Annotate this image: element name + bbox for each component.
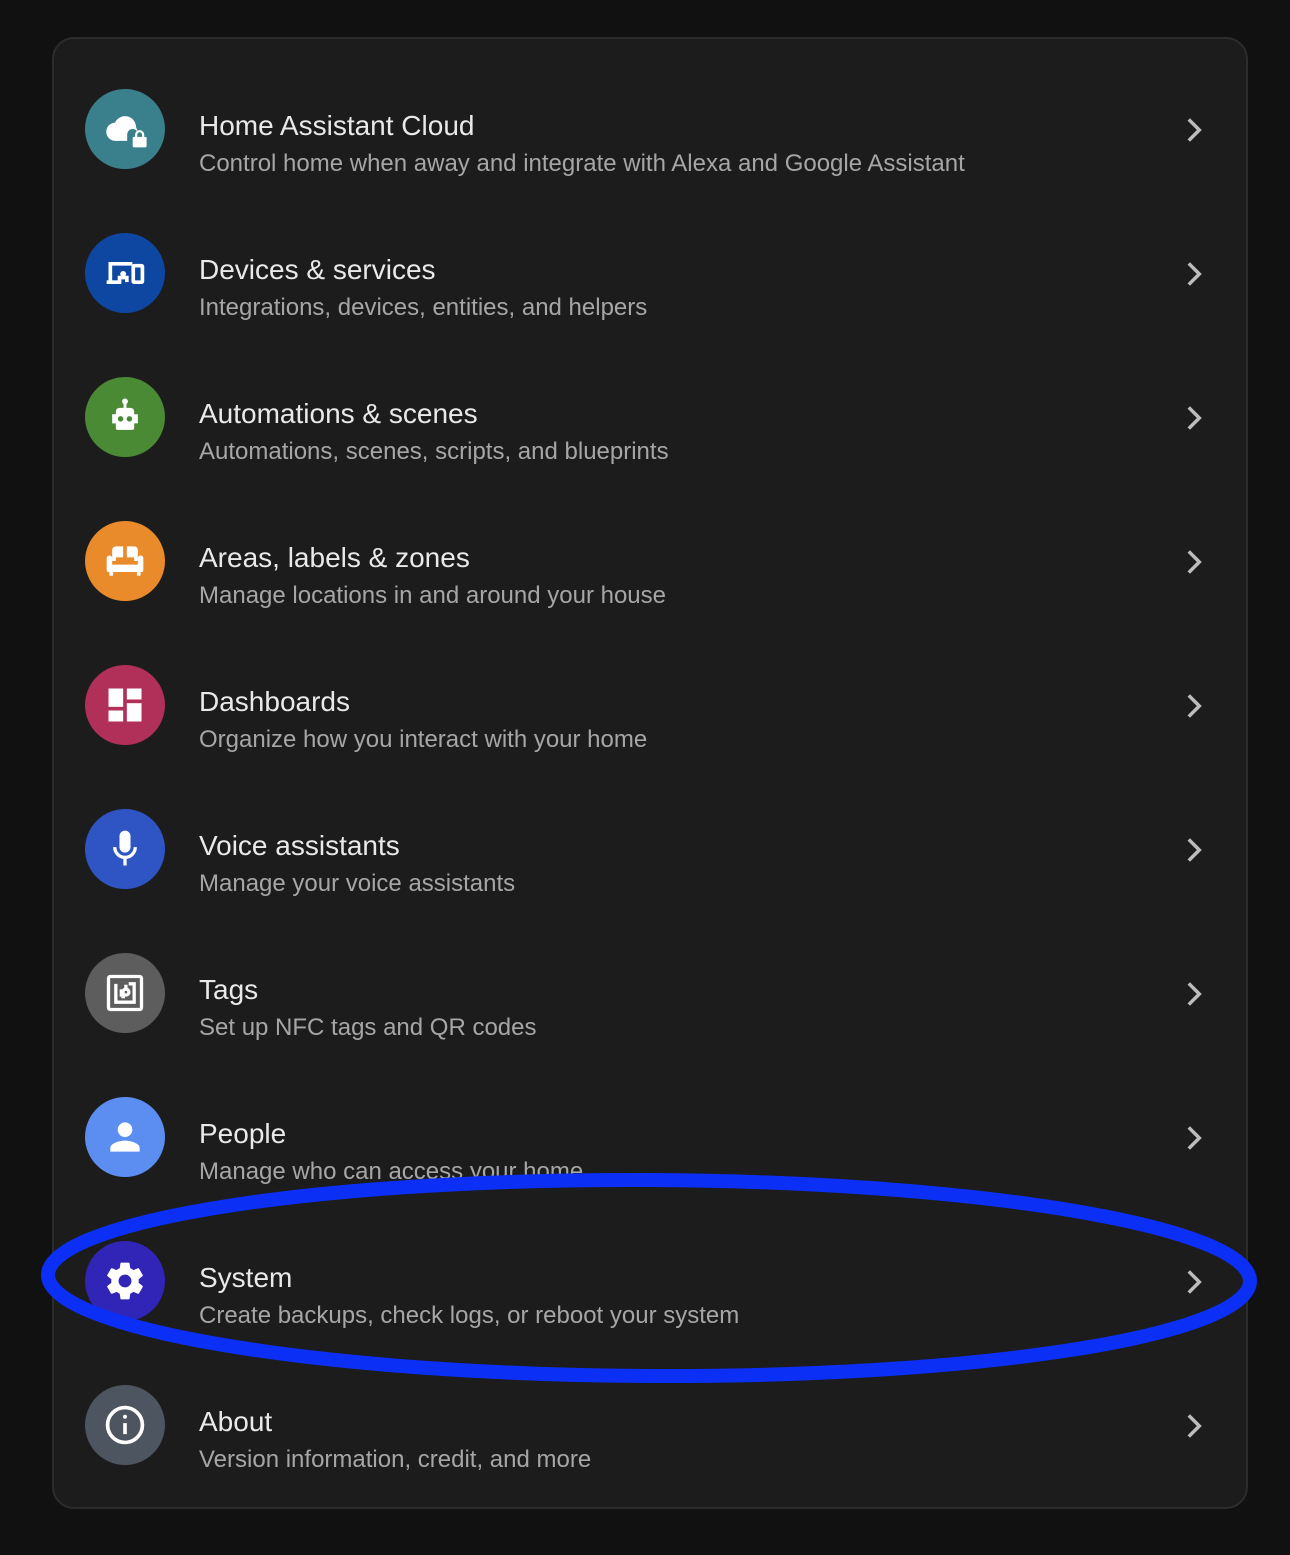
- person-icon: [85, 1097, 165, 1177]
- devices-icon: [85, 233, 165, 313]
- settings-item-voice[interactable]: Voice assistants Manage your voice assis…: [54, 777, 1246, 921]
- settings-item-system[interactable]: System Create backups, check logs, or re…: [54, 1209, 1246, 1353]
- settings-item-subtitle: Integrations, devices, entities, and hel…: [199, 294, 648, 321]
- settings-item-subtitle: Create backups, check logs, or reboot yo…: [199, 1302, 740, 1329]
- settings-item-subtitle: Control home when away and integrate wit…: [199, 150, 965, 177]
- settings-page: Home Assistant Cloud Control home when a…: [0, 0, 1290, 1555]
- sofa-icon: [85, 521, 165, 601]
- settings-item-people[interactable]: People Manage who can access your home: [54, 1065, 1246, 1209]
- cloud-lock-icon: [85, 89, 165, 169]
- gear-icon: [85, 1241, 165, 1321]
- info-icon: [85, 1385, 165, 1465]
- settings-item-areas[interactable]: Areas, labels & zones Manage locations i…: [54, 489, 1246, 633]
- settings-item-title: People: [199, 1118, 287, 1149]
- chevron-right-icon: [1187, 1270, 1202, 1294]
- settings-item-title: Tags: [199, 974, 259, 1005]
- chevron-right-icon: [1187, 982, 1202, 1006]
- robot-icon: [85, 377, 165, 457]
- settings-item-title: Voice assistants: [199, 830, 400, 861]
- settings-item-title: Home Assistant Cloud: [199, 110, 475, 141]
- settings-item-subtitle: Manage who can access your home: [199, 1158, 584, 1185]
- settings-item-subtitle: Manage your voice assistants: [199, 870, 516, 897]
- settings-card: Home Assistant Cloud Control home when a…: [52, 37, 1248, 1509]
- settings-item-devices[interactable]: Devices & services Integrations, devices…: [54, 201, 1246, 345]
- settings-item-subtitle: Automations, scenes, scripts, and bluepr…: [199, 438, 669, 465]
- chevron-right-icon: [1187, 262, 1202, 286]
- chevron-right-icon: [1187, 406, 1202, 430]
- settings-item-subtitle: Version information, credit, and more: [199, 1446, 592, 1473]
- settings-item-automations[interactable]: Automations & scenes Automations, scenes…: [54, 345, 1246, 489]
- chevron-right-icon: [1187, 838, 1202, 862]
- settings-item-title: Devices & services: [199, 254, 436, 285]
- chevron-right-icon: [1187, 118, 1202, 142]
- dashboard-icon: [85, 665, 165, 745]
- settings-item-title: Areas, labels & zones: [199, 542, 470, 573]
- settings-item-cloud[interactable]: Home Assistant Cloud Control home when a…: [54, 57, 1246, 201]
- settings-item-subtitle: Organize how you interact with your home: [199, 726, 648, 753]
- chevron-right-icon: [1187, 550, 1202, 574]
- settings-item-dashboards[interactable]: Dashboards Organize how you interact wit…: [54, 633, 1246, 777]
- nfc-tag-icon: [85, 953, 165, 1033]
- settings-item-title: System: [199, 1262, 293, 1293]
- chevron-right-icon: [1187, 1414, 1202, 1438]
- settings-item-subtitle: Set up NFC tags and QR codes: [199, 1014, 537, 1041]
- settings-item-tags[interactable]: Tags Set up NFC tags and QR codes: [54, 921, 1246, 1065]
- settings-item-title: About: [199, 1406, 273, 1437]
- chevron-right-icon: [1187, 1126, 1202, 1150]
- settings-item-subtitle: Manage locations in and around your hous…: [199, 582, 666, 609]
- microphone-icon: [85, 809, 165, 889]
- settings-item-title: Dashboards: [199, 686, 350, 717]
- chevron-right-icon: [1187, 694, 1202, 718]
- settings-item-about[interactable]: About Version information, credit, and m…: [54, 1353, 1246, 1497]
- settings-item-title: Automations & scenes: [199, 398, 478, 429]
